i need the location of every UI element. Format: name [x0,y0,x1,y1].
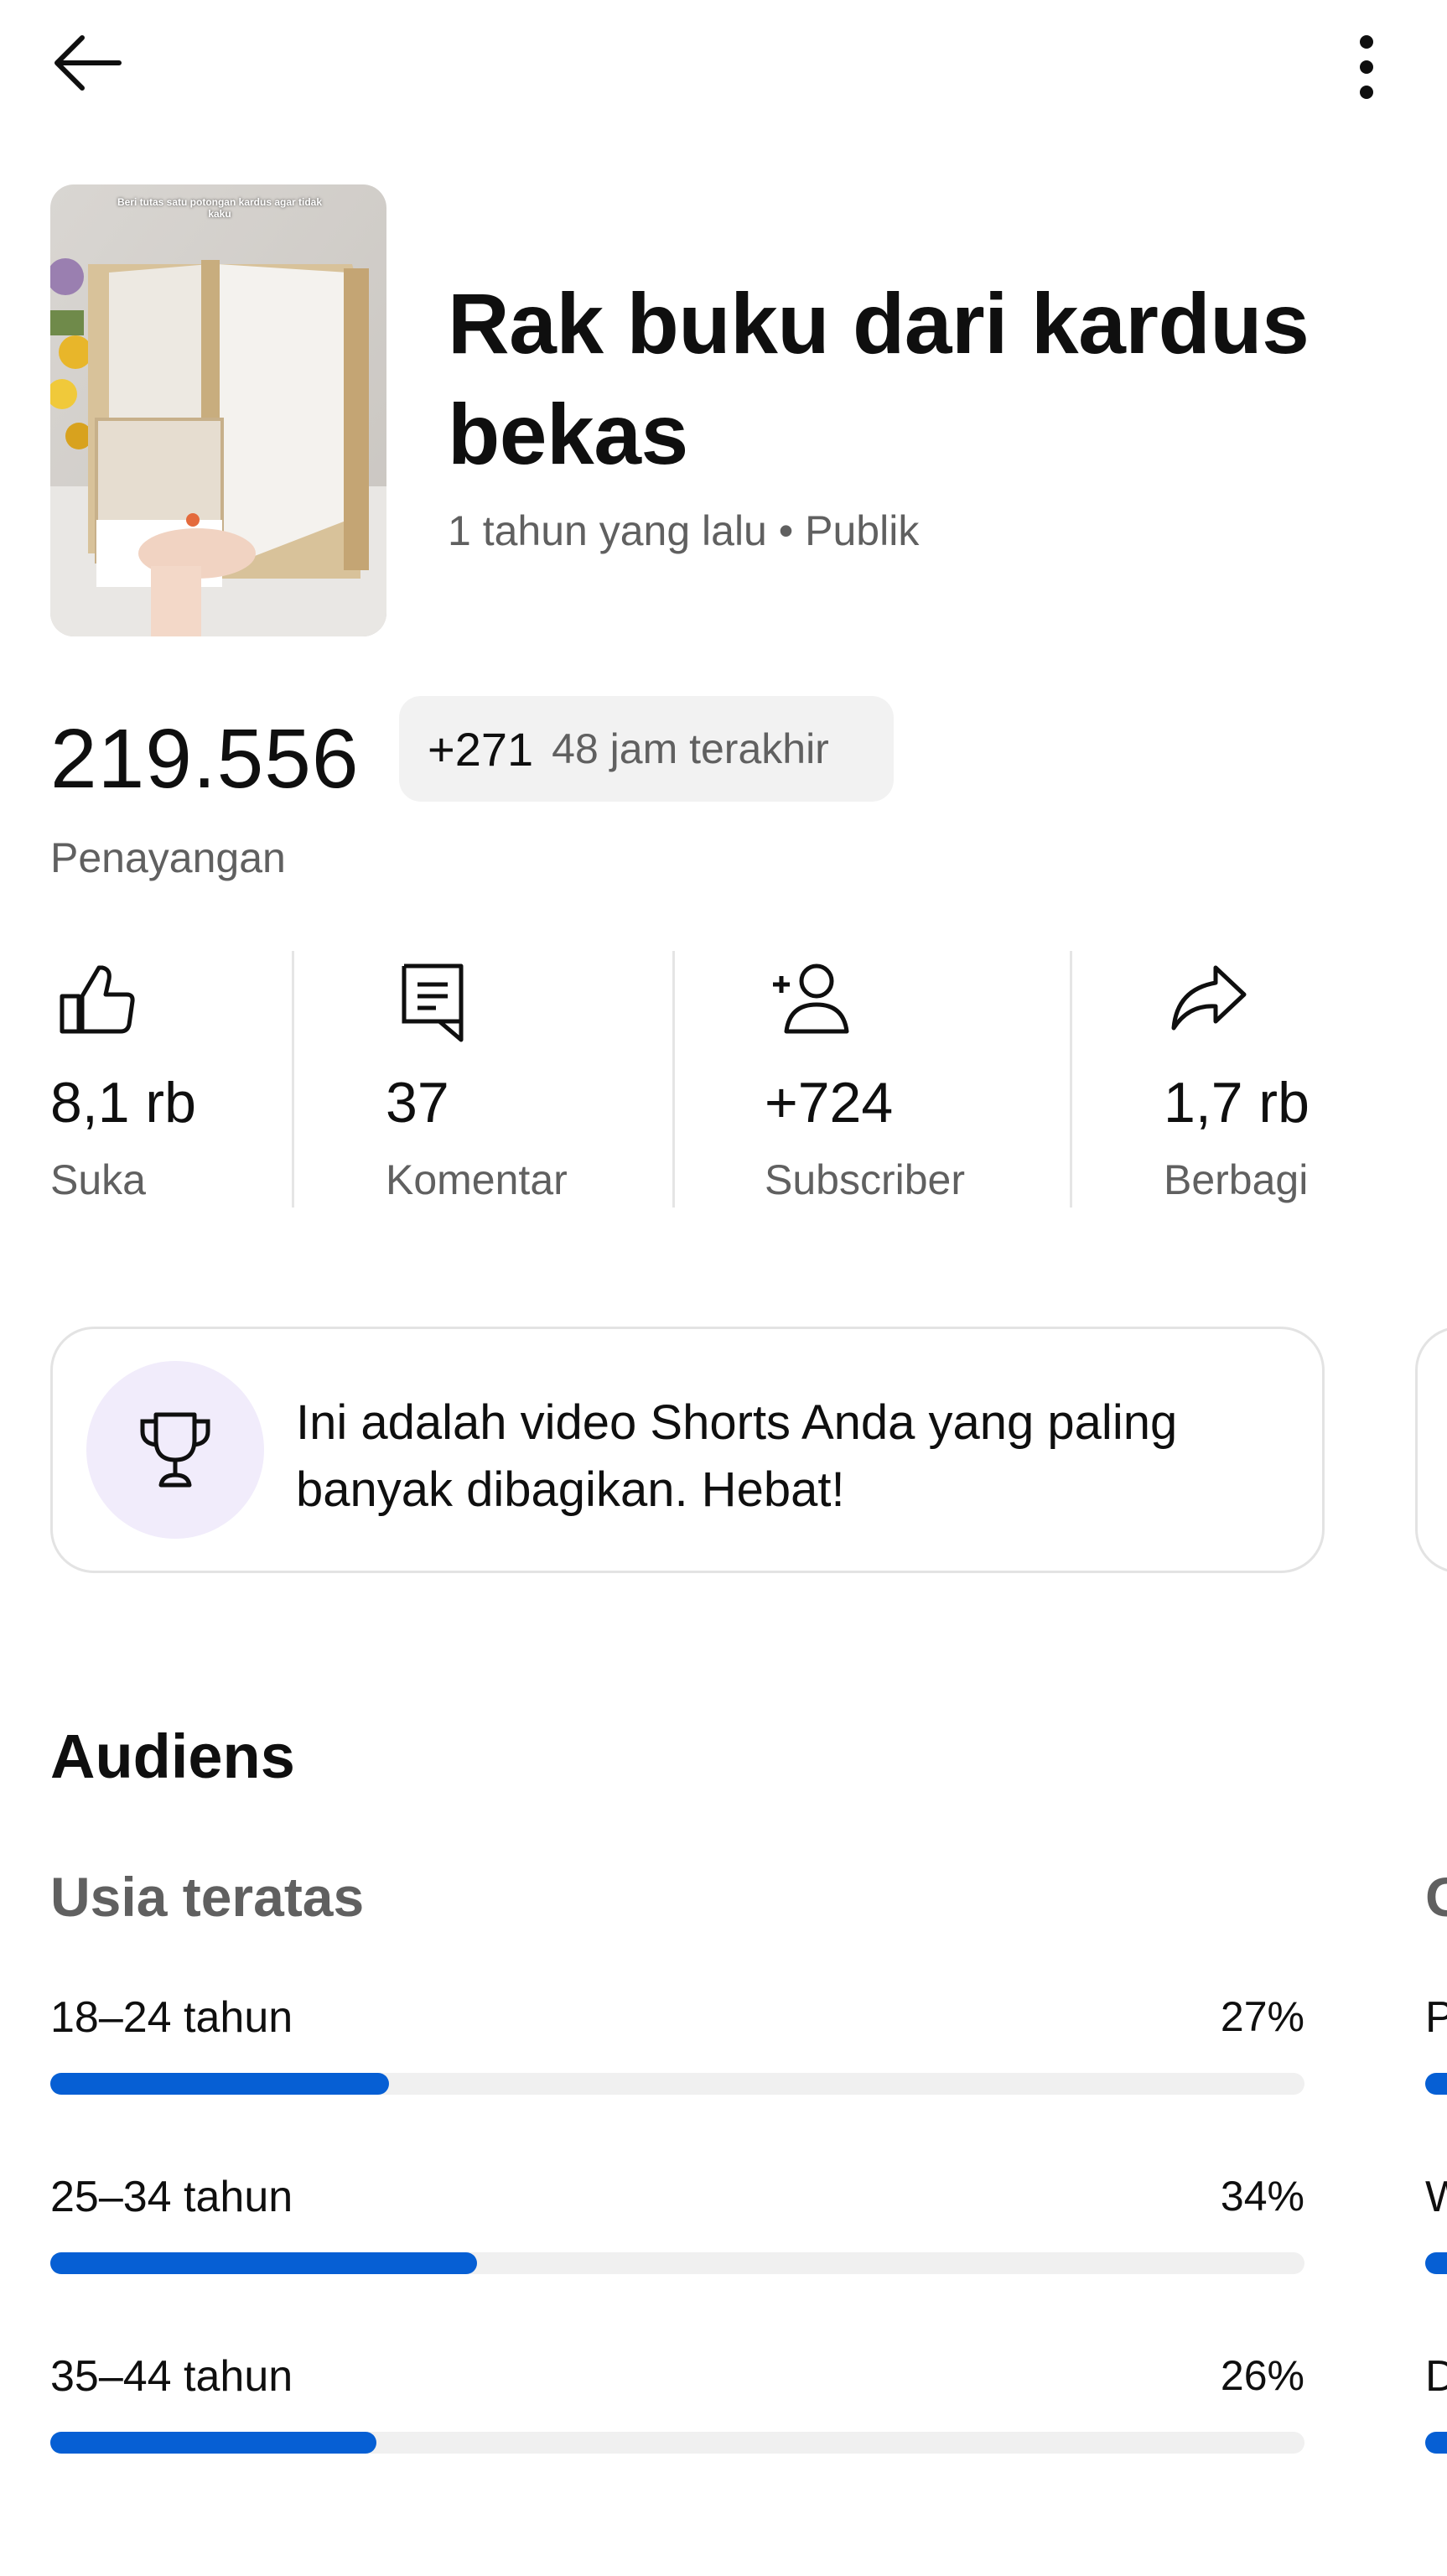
stat-comments[interactable]: 37 Komentar [386,948,662,1208]
video-meta: 1 tahun yang lalu • Publik [448,507,920,554]
age-bar-track [50,2432,1304,2454]
trophy-icon [140,1412,210,1488]
audience-title: Audiens [50,1722,295,1791]
age-row: 25–34 tahun 34% [50,2172,1304,2274]
age-bar-track [50,2073,1304,2095]
thumbnail-image [50,184,386,636]
stat-subscribers[interactable]: +724 Subscriber [765,948,1066,1208]
stat-divider [672,951,675,1208]
video-title: Rak buku dari kardus bekas [448,276,1310,482]
next-card-row-bar [1425,2073,1447,2095]
stat-subscribers-value: +724 [765,1071,894,1135]
insight-icon-circle [86,1361,264,1539]
share-icon [1171,965,1247,1031]
more-options-button[interactable] [1341,25,1392,109]
views-label: Penayangan [50,834,286,881]
age-label: 25–34 tahun [50,2173,293,2221]
video-thumbnail[interactable]: Beri tutas satu potongan kardus agar tid… [50,184,386,636]
stat-shares-label: Berbagi [1164,1156,1309,1203]
age-bar-fill [50,2252,477,2274]
next-card-row: D [1425,2351,1447,2460]
age-bar-track [50,2252,1304,2274]
more-vert-icon [1360,35,1373,99]
next-card-row-label: P [1425,1993,1447,2042]
stat-likes[interactable]: 8,1 rb Suka [50,948,293,1208]
next-card-row: P [1425,1992,1447,2101]
add-person-icon [773,963,849,1034]
stat-comments-value: 37 [386,1071,449,1135]
views-total: 219.556 [50,712,360,806]
views-recent-chip[interactable]: +271 48 jam terakhir [399,696,894,802]
age-value: 26% [1220,2352,1304,2399]
stat-likes-label: Suka [50,1156,146,1203]
thumbs-up-icon [60,965,135,1034]
age-label: 18–24 tahun [50,1993,293,2042]
next-card-row-bar [1425,2252,1447,2274]
insight-card[interactable]: Ini adalah video Shorts Anda yang paling… [50,1327,1325,1573]
age-row: 18–24 tahun 27% [50,1992,1304,2095]
stat-divider [292,951,294,1208]
stat-shares-value: 1,7 rb [1164,1071,1310,1135]
thumbnail-caption: Beri tutas satu potongan kardus agar tid… [117,196,323,220]
stat-likes-value: 8,1 rb [50,1071,196,1135]
next-card-row-bar [1425,2432,1447,2454]
age-label: 35–44 tahun [50,2352,293,2401]
next-card-row-label: W [1425,2173,1447,2221]
next-card-row: W [1425,2172,1447,2281]
views-recent-change: +271 [428,722,534,776]
age-value: 34% [1220,2173,1304,2220]
views-recent-label: 48 jam terakhir [552,725,829,772]
insight-text: Ini adalah video Shorts Anda yang paling… [296,1395,1178,1517]
next-card-row-label: D [1425,2352,1447,2401]
comment-icon [402,963,464,1042]
age-bar-fill [50,2432,376,2454]
age-heading: Usia teratas [50,1866,365,1928]
age-value: 27% [1220,1993,1304,2040]
stat-subscribers-label: Subscriber [765,1156,965,1203]
stat-divider [1070,951,1072,1208]
back-button[interactable] [52,29,139,97]
video-analytics-page: Beri tutas satu potongan kardus agar tid… [0,0,1447,2576]
age-bar-fill [50,2073,389,2095]
next-insight-card[interactable] [1415,1327,1447,1573]
age-row: 35–44 tahun 26% [50,2351,1304,2454]
stat-shares[interactable]: 1,7 rb Berbagi [1164,948,1415,1208]
arrow-left-icon [54,35,122,91]
next-card-heading: G [1425,1866,1447,1928]
stat-comments-label: Komentar [386,1156,568,1203]
